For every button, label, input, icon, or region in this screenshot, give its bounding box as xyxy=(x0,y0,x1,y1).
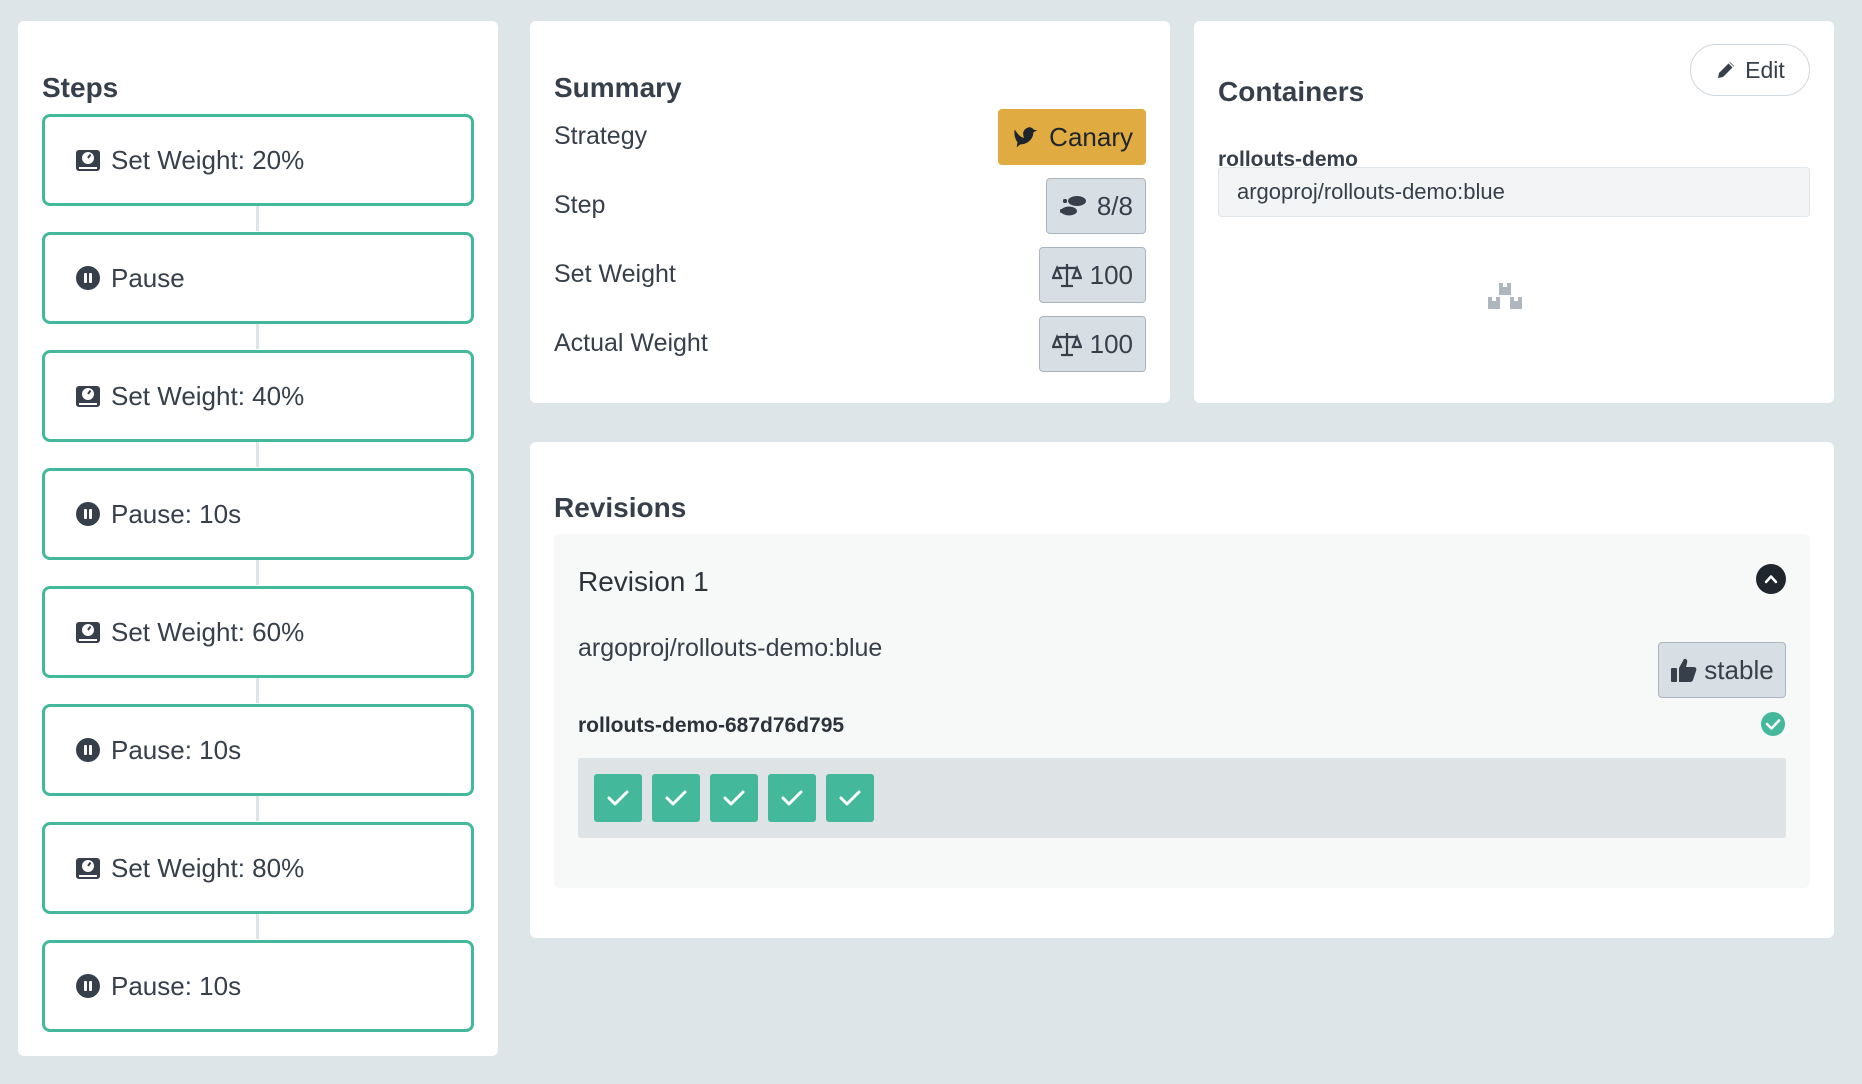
set-weight-badge: 100 xyxy=(1038,247,1146,303)
container-image-field[interactable]: argoproj/rollouts-demo:blue xyxy=(1218,167,1810,217)
weight-scale-icon xyxy=(75,855,101,881)
pod-status[interactable] xyxy=(652,774,700,822)
revision-card: Revision 1 argoproj/rollouts-demo:blue s… xyxy=(554,534,1810,888)
pencil-icon xyxy=(1715,59,1737,81)
step-label: Pause: 10s xyxy=(111,970,242,1001)
revisions-title: Revisions xyxy=(554,492,687,523)
pod-status[interactable] xyxy=(768,774,816,822)
balance-scale-icon xyxy=(1051,260,1082,290)
actual-weight-label: Actual Weight xyxy=(554,329,708,357)
step-value: 8/8 xyxy=(1096,190,1133,221)
pod-status[interactable] xyxy=(710,774,758,822)
stable-badge: stable xyxy=(1658,642,1786,698)
steps-title: Steps xyxy=(42,72,119,103)
step-connector xyxy=(256,204,259,231)
step-connector xyxy=(256,322,259,349)
shoe-prints-icon xyxy=(1059,191,1089,221)
step-pause[interactable]: Pause xyxy=(42,232,474,324)
step-set-weight-40[interactable]: Set Weight: 40% xyxy=(42,350,474,442)
revision-title: Revision 1 xyxy=(578,566,709,597)
step-connector xyxy=(256,794,259,821)
step-label: Set Weight: 40% xyxy=(111,380,305,411)
weight-scale-icon xyxy=(75,619,101,645)
step-connector xyxy=(256,440,259,467)
check-icon xyxy=(836,784,864,812)
pause-circle-icon xyxy=(75,737,101,763)
chevron-up-icon xyxy=(1763,571,1779,587)
pause-circle-icon xyxy=(75,973,101,999)
collapse-button[interactable] xyxy=(1756,564,1786,594)
step-pause-10s[interactable]: Pause: 10s xyxy=(42,468,474,560)
step-label: Set Weight: 20% xyxy=(111,144,305,175)
stable-label: stable xyxy=(1704,654,1774,685)
strategy-label: Strategy xyxy=(554,122,648,150)
set-weight-label: Set Weight xyxy=(554,260,676,288)
revision-image: argoproj/rollouts-demo:blue xyxy=(578,634,883,662)
edit-button[interactable]: Edit xyxy=(1690,44,1810,96)
set-weight-value: 100 xyxy=(1089,259,1133,290)
step-label: Pause: 10s xyxy=(111,734,242,765)
step-set-weight-60[interactable]: Set Weight: 60% xyxy=(42,586,474,678)
step-connector xyxy=(256,912,259,939)
replicaset-name: rollouts-demo-687d76d795 xyxy=(578,714,845,737)
check-icon xyxy=(662,784,690,812)
step-connector xyxy=(256,676,259,703)
check-icon xyxy=(778,784,806,812)
check-icon xyxy=(604,784,632,812)
step-pause-10s[interactable]: Pause: 10s xyxy=(42,940,474,1032)
balance-scale-icon xyxy=(1051,329,1082,359)
pod-status[interactable] xyxy=(826,774,874,822)
pods-container xyxy=(578,758,1786,838)
step-badge: 8/8 xyxy=(1045,178,1146,234)
step-set-weight-20[interactable]: Set Weight: 20% xyxy=(42,114,474,206)
step-set-weight-80[interactable]: Set Weight: 80% xyxy=(42,822,474,914)
step-pause-10s[interactable]: Pause: 10s xyxy=(42,704,474,796)
step-label: Pause xyxy=(111,262,185,293)
pod-status[interactable] xyxy=(594,774,642,822)
revisions-panel: Revisions Revision 1 argoproj/rollouts-d… xyxy=(530,442,1834,938)
pause-circle-icon xyxy=(75,265,101,291)
step-label: Set Weight: 80% xyxy=(111,852,305,883)
step-label: Set Weight: 60% xyxy=(111,616,305,647)
actual-weight-value: 100 xyxy=(1089,328,1133,359)
actual-weight-badge: 100 xyxy=(1038,316,1146,372)
canary-bird-icon xyxy=(1011,122,1041,152)
thumbs-up-icon xyxy=(1670,656,1698,684)
summary-panel: Summary Strategy Canary Step 8/8 Set Wei… xyxy=(530,21,1170,403)
strategy-badge: Canary xyxy=(998,109,1146,165)
step-label: Pause: 10s xyxy=(111,498,242,529)
check-circle-icon xyxy=(1760,711,1786,737)
weight-scale-icon xyxy=(75,147,101,173)
pause-circle-icon xyxy=(75,501,101,527)
step-connector xyxy=(256,558,259,585)
step-label: Step xyxy=(554,191,606,219)
cubes-icon xyxy=(1487,279,1523,313)
containers-title: Containers xyxy=(1218,76,1365,107)
check-icon xyxy=(720,784,748,812)
steps-panel: Steps Set Weight: 20% Pause Set Weight: … xyxy=(18,21,498,1056)
weight-scale-icon xyxy=(75,383,101,409)
edit-label: Edit xyxy=(1745,56,1785,83)
containers-panel: Containers Edit rollouts-demo argoproj/r… xyxy=(1194,21,1834,403)
summary-title: Summary xyxy=(554,72,682,103)
strategy-value: Canary xyxy=(1049,121,1133,152)
